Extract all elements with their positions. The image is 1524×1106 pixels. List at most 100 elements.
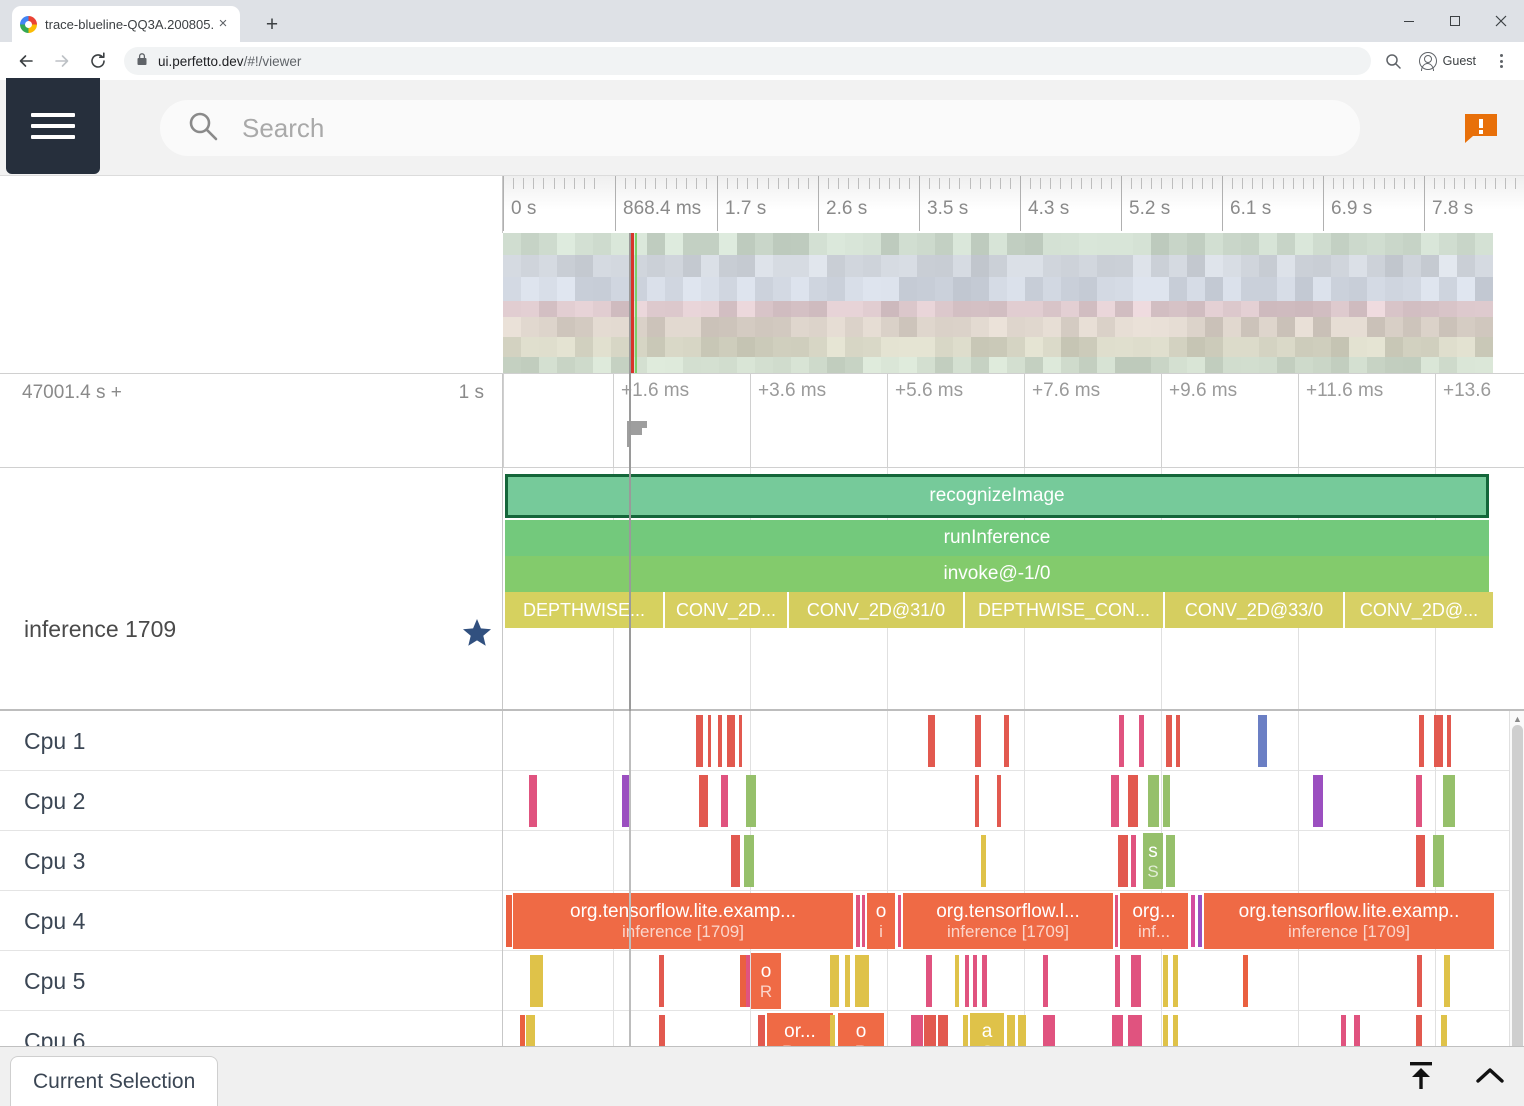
- cpu-slice[interactable]: [1434, 715, 1443, 767]
- cpu-slice[interactable]: [1173, 955, 1178, 1007]
- cpu-slice[interactable]: [1118, 835, 1128, 887]
- cpu-slice[interactable]: [746, 955, 750, 1007]
- cpu-track-shell[interactable]: Cpu 2: [0, 771, 503, 831]
- cpu-slice[interactable]: [1139, 715, 1144, 767]
- cpu-slice[interactable]: [928, 715, 935, 767]
- cpu-slice[interactable]: org.tensorflow.l...inference [1709]: [903, 893, 1113, 949]
- cpu-slice[interactable]: oi: [867, 893, 895, 949]
- cpu-slice[interactable]: [1115, 955, 1120, 1007]
- cpu-slice[interactable]: [1148, 775, 1159, 827]
- thread-slice[interactable]: CONV_2D...: [665, 592, 787, 628]
- cpu-slice[interactable]: [1416, 835, 1425, 887]
- cpu-slice[interactable]: [506, 895, 512, 947]
- ruler-ticks[interactable]: 0 s868.4 ms1.7 s2.6 s3.5 s4.3 s5.2 s6.1 …: [503, 176, 1524, 233]
- cpu-slice[interactable]: [1416, 775, 1422, 827]
- close-icon[interactable]: ×: [214, 15, 232, 33]
- cpu-slice[interactable]: org...inf...: [1120, 893, 1188, 949]
- cpu-slice[interactable]: [1198, 895, 1202, 947]
- cpu-slice[interactable]: [830, 955, 839, 1007]
- cpu-slice[interactable]: [975, 775, 979, 827]
- maximize-icon[interactable]: [1432, 0, 1478, 42]
- chevron-up-icon[interactable]: [1474, 1064, 1506, 1093]
- omnibox[interactable]: ui.perfetto.dev/#!/viewer: [124, 47, 1371, 75]
- cpu-track-slices[interactable]: sS: [503, 831, 1524, 891]
- cpu-slice[interactable]: [1166, 835, 1175, 887]
- zoom-indicator-icon[interactable]: [1377, 45, 1409, 77]
- cpu-slice[interactable]: [1131, 955, 1141, 1007]
- forward-icon[interactable]: [46, 45, 78, 77]
- cpu-slice[interactable]: [1131, 835, 1136, 887]
- browser-menu-icon[interactable]: [1488, 47, 1514, 75]
- cpu-track-slices[interactable]: org.tensorflow.lite.examp...inference [1…: [503, 891, 1524, 951]
- new-tab-button[interactable]: +: [258, 12, 286, 40]
- cpu-slice[interactable]: [1258, 715, 1267, 767]
- cpu-track-slices[interactable]: oR: [503, 951, 1524, 1011]
- cpu-slice[interactable]: [973, 955, 977, 1007]
- cpu-slice[interactable]: [997, 775, 1001, 827]
- cpu-slice[interactable]: [955, 955, 959, 1007]
- cpu-slice[interactable]: [1443, 775, 1455, 827]
- cpu-slice[interactable]: [746, 775, 756, 827]
- cpu-slice[interactable]: oR: [751, 953, 781, 1009]
- cpu-slice[interactable]: [965, 955, 969, 1007]
- cpu-slice[interactable]: [739, 715, 742, 767]
- cpu-slice[interactable]: [1176, 715, 1180, 767]
- thread-track-shell[interactable]: inference 1709: [0, 468, 503, 709]
- cpu-slice[interactable]: [1243, 955, 1248, 1007]
- scrollbar-thumb[interactable]: [1512, 725, 1523, 1097]
- cpu-slice[interactable]: [1166, 715, 1172, 767]
- thread-slice[interactable]: recognizeImage: [505, 474, 1489, 518]
- cpu-slice[interactable]: [926, 955, 932, 1007]
- cpu-slice[interactable]: [862, 895, 865, 947]
- cpu-slice[interactable]: [975, 715, 981, 767]
- cpu-slice[interactable]: org.tensorflow.lite.examp..inference [17…: [1204, 893, 1494, 949]
- cpu-track-shell[interactable]: Cpu 5: [0, 951, 503, 1011]
- cpu-slice[interactable]: [708, 715, 711, 767]
- cpu-track-shell[interactable]: Cpu 4: [0, 891, 503, 951]
- cpu-slice[interactable]: [744, 835, 754, 887]
- thread-slice[interactable]: DEPTHWISE...: [505, 592, 663, 628]
- cpu-track-shell[interactable]: Cpu 3: [0, 831, 503, 891]
- thread-slice[interactable]: runInference: [505, 520, 1489, 556]
- thread-slice[interactable]: CONV_2D@33/0: [1165, 592, 1343, 628]
- cpu-slice[interactable]: [982, 955, 987, 1007]
- minimize-icon[interactable]: [1386, 0, 1432, 42]
- cpu-slice[interactable]: [1417, 955, 1422, 1007]
- thread-slice[interactable]: DEPTHWISE_CON...: [965, 592, 1163, 628]
- tab-current-selection[interactable]: Current Selection: [10, 1056, 218, 1106]
- cpu-slice[interactable]: [1447, 715, 1451, 767]
- cpu-slice[interactable]: [1111, 775, 1119, 827]
- cpu-slice[interactable]: [1313, 775, 1323, 827]
- cpu-slice[interactable]: [856, 895, 860, 947]
- search-input[interactable]: [242, 113, 1322, 144]
- cpu-slice[interactable]: [1004, 715, 1009, 767]
- cpu-slice[interactable]: [659, 955, 664, 1007]
- browser-tab[interactable]: trace-blueline-QQ3A.200805. ×: [12, 6, 240, 42]
- cpu-slice[interactable]: [530, 955, 543, 1007]
- error-feedback-icon[interactable]: [1463, 112, 1499, 144]
- thread-slice[interactable]: CONV_2D@...: [1345, 592, 1493, 628]
- cpu-slice[interactable]: [727, 715, 735, 767]
- cpu-slice[interactable]: [1043, 955, 1048, 1007]
- profile-button[interactable]: Guest: [1415, 48, 1486, 74]
- timeline-ruler[interactable]: 0 s868.4 ms1.7 s2.6 s3.5 s4.3 s5.2 s6.1 …: [0, 176, 1524, 233]
- cpu-slice[interactable]: [731, 835, 740, 887]
- cpu-track-shell[interactable]: Cpu 1: [0, 711, 503, 771]
- star-icon[interactable]: [462, 618, 492, 652]
- cpu-slice[interactable]: [529, 775, 537, 827]
- back-icon[interactable]: [10, 45, 42, 77]
- cpu-slice[interactable]: [1444, 955, 1450, 1007]
- arrow-to-top-icon[interactable]: [1404, 1059, 1438, 1098]
- cpu-slice[interactable]: [622, 775, 629, 827]
- cpu-slice[interactable]: [1433, 835, 1444, 887]
- cpu-slice[interactable]: [1115, 895, 1118, 947]
- scroll-up-icon[interactable]: ▲: [1513, 714, 1522, 724]
- reload-icon[interactable]: [82, 45, 114, 77]
- cpu-slice[interactable]: [699, 775, 708, 827]
- cpu-slice[interactable]: [855, 955, 869, 1007]
- cpu-slice[interactable]: [721, 775, 728, 827]
- cpu-slice[interactable]: [718, 715, 722, 767]
- cpu-slice[interactable]: sS: [1143, 833, 1163, 889]
- thread-track-slices[interactable]: recognizeImagerunInferenceinvoke@-1/0DEP…: [503, 468, 1524, 709]
- cpu-slice[interactable]: org.tensorflow.lite.examp...inference [1…: [513, 893, 853, 949]
